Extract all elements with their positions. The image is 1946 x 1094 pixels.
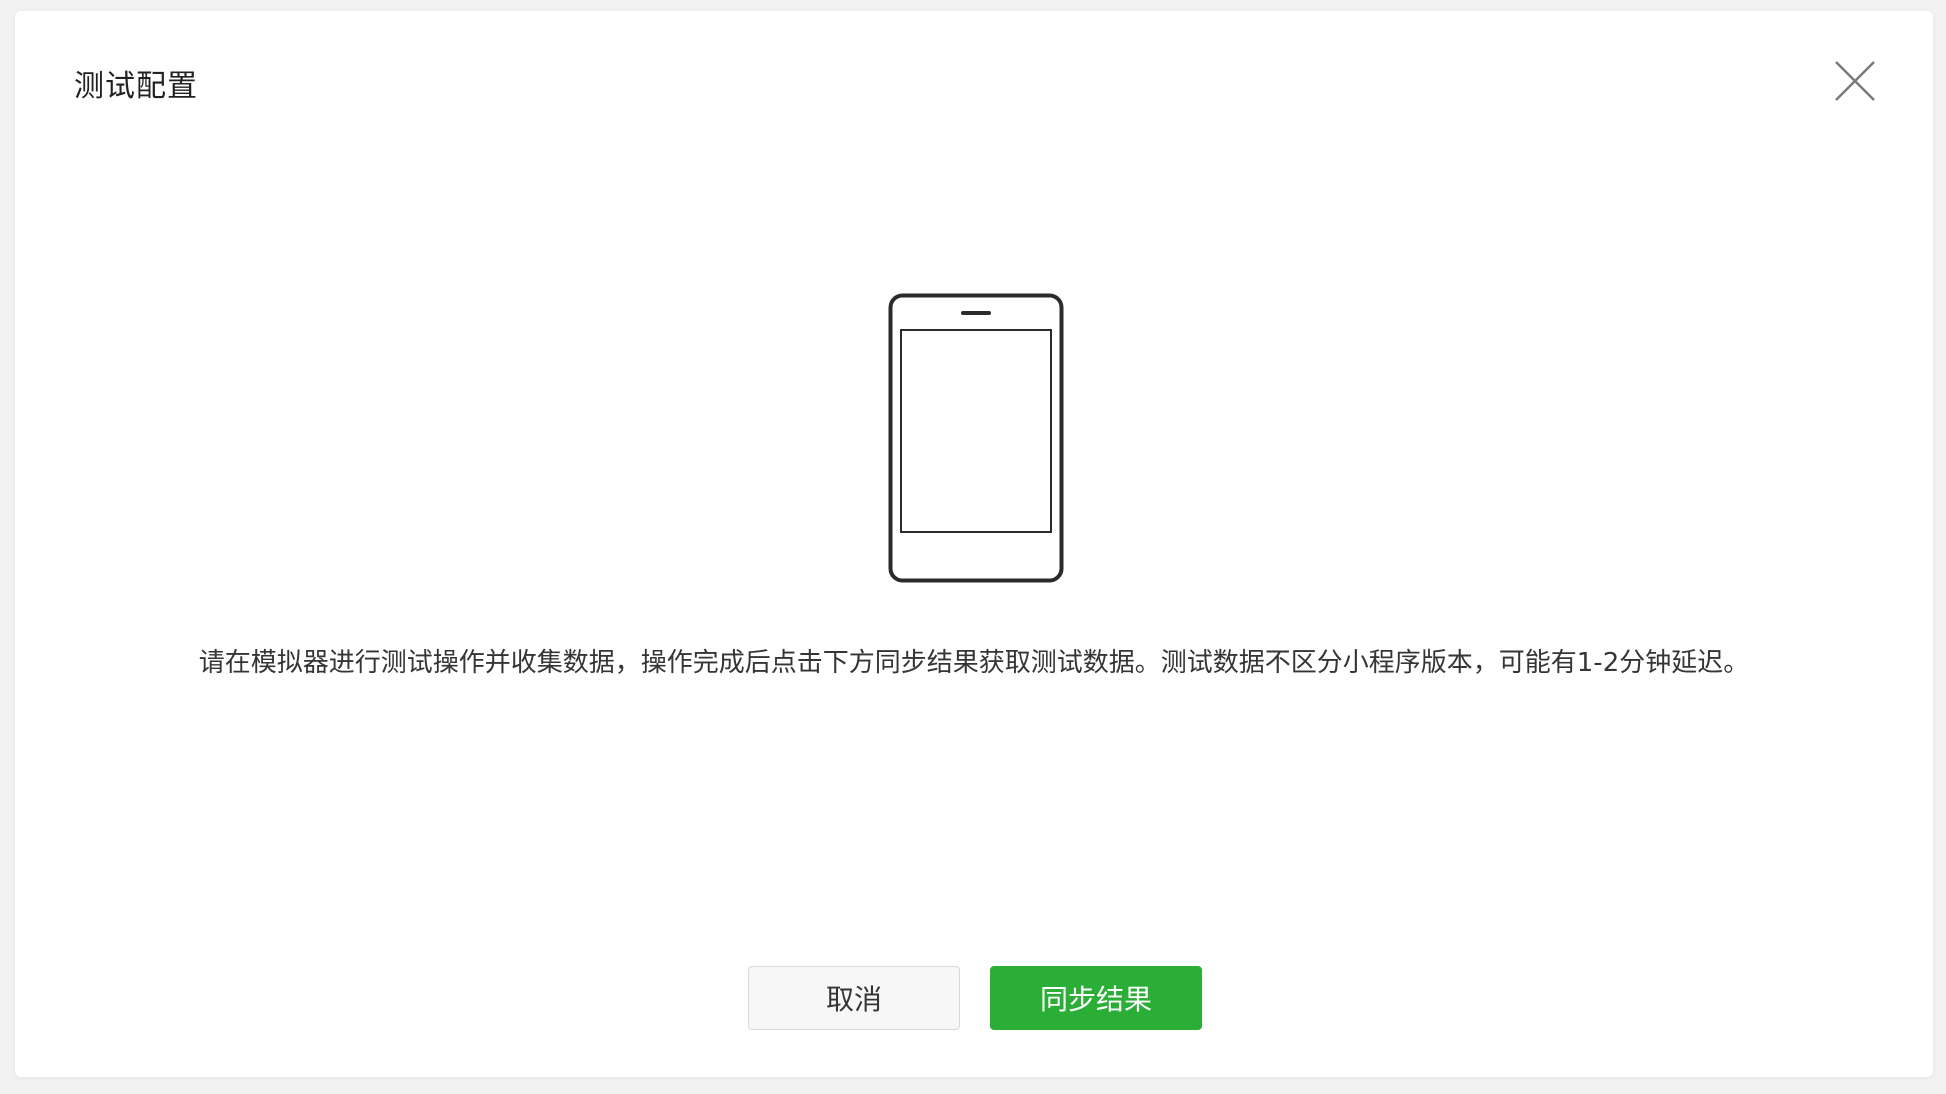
test-config-dialog: 测试配置 请在模拟器进行测试操作并收集数据，操作完成后点击下方同步结果获取测试数… xyxy=(15,11,1933,1077)
cancel-button[interactable]: 取消 xyxy=(748,966,960,1030)
instruction-text: 请在模拟器进行测试操作并收集数据，操作完成后点击下方同步结果获取测试数据。测试数… xyxy=(198,648,1750,678)
sync-result-button[interactable]: 同步结果 xyxy=(990,966,1202,1030)
mobile-phone-icon xyxy=(888,293,1064,583)
dialog-title: 测试配置 xyxy=(74,69,198,104)
close-icon xyxy=(1835,61,1875,101)
close-button[interactable] xyxy=(1833,59,1877,103)
mobile-phone-illustration xyxy=(888,293,1064,587)
